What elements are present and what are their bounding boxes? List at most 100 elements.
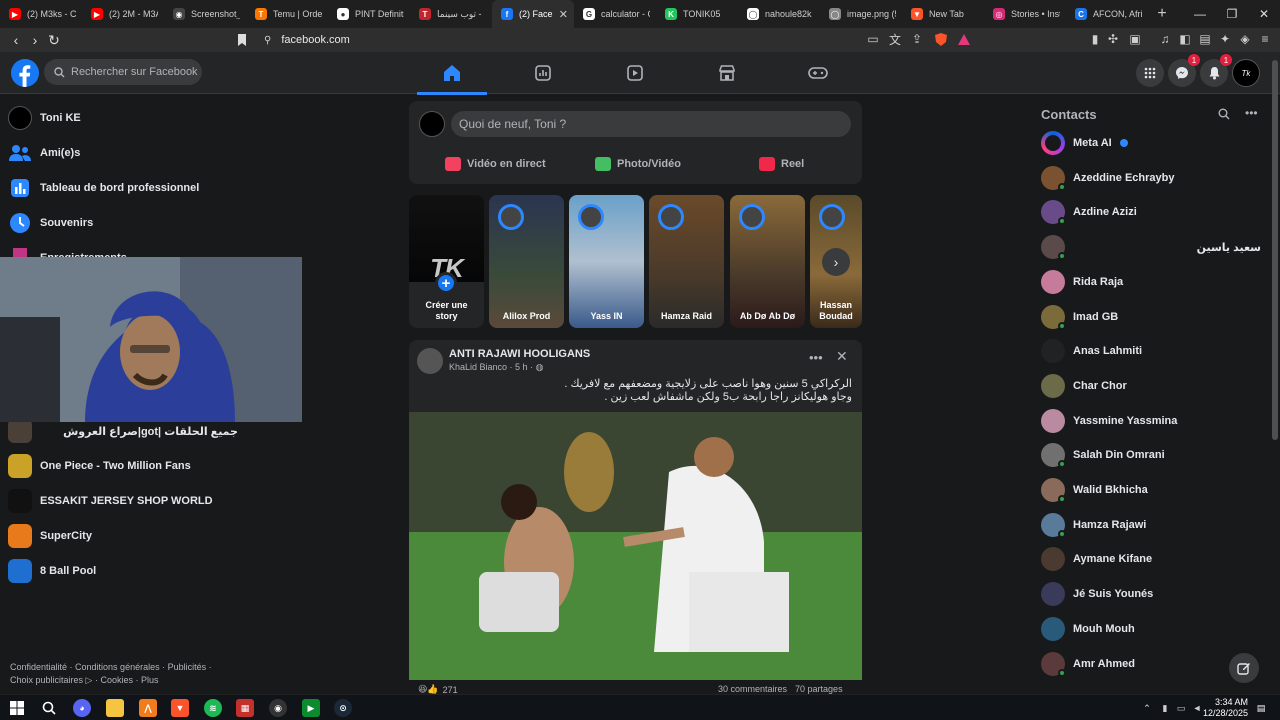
comments-count[interactable]: 30 commentaires	[718, 684, 787, 694]
back-button[interactable]: ‹	[8, 32, 24, 48]
browser-tab[interactable]: ▼ New Tab	[902, 0, 984, 28]
footer-line-1[interactable]: Confidentialité · Conditions générales ·…	[10, 661, 250, 674]
app-icon-2[interactable]: ▦	[236, 699, 254, 717]
windows-start-icon[interactable]	[8, 699, 26, 717]
taskbar-clock[interactable]: 3:34 AM 12/28/2025	[1198, 697, 1248, 719]
split-view-icon[interactable]: ◧	[1178, 32, 1192, 46]
browser-tab[interactable]: ● PINT Definitio	[328, 0, 410, 28]
notification-center-icon[interactable]: ▤	[1252, 699, 1270, 717]
close-icon[interactable]: ✕	[836, 348, 848, 365]
brave-shields-icon[interactable]	[934, 32, 948, 46]
browser-tab[interactable]: T Temu | Orders	[246, 0, 328, 28]
discord-icon[interactable]: ◕	[73, 699, 91, 717]
contact-item[interactable]: Aymane Kifane	[1041, 544, 1261, 574]
nav-dashboard-tab[interactable]	[508, 57, 578, 89]
search-taskbar-icon[interactable]	[40, 699, 58, 717]
new-tab-button[interactable]: +	[1148, 0, 1176, 28]
leo-ai-icon[interactable]: ✦	[1218, 32, 1232, 46]
cast-icon[interactable]: ▭	[866, 32, 880, 46]
browser-tab[interactable]: ◉ Screenshot_2	[164, 0, 246, 28]
nav-home-tab[interactable]	[417, 57, 487, 95]
contact-item[interactable]: Yassmine Yassmina	[1041, 406, 1261, 436]
contact-item[interactable]: Mouh Mouh	[1041, 614, 1261, 644]
browser-tab[interactable]: C AFCON, Africa	[1066, 0, 1148, 28]
browser-tab[interactable]: f (2) Faceb ✕	[492, 0, 574, 28]
browser-tab[interactable]: T توب سينما -	[410, 0, 492, 28]
minimize-button[interactable]: —	[1184, 0, 1216, 28]
post-author[interactable]: KhaLid Bianco · 5 h ·	[449, 362, 533, 372]
contact-item[interactable]: Salah Din Omrani	[1041, 440, 1261, 470]
shortcut-item[interactable]: 8 Ball Pool	[8, 555, 268, 587]
contact-item[interactable]: Meta AI	[1041, 128, 1261, 158]
footer-line-2[interactable]: Choix publicitaires ▷ · Cookies · Plus	[10, 674, 250, 687]
tray-chevron-icon[interactable]: ⌃	[1138, 699, 1156, 717]
extension-icon[interactable]: ▮	[1088, 32, 1102, 46]
nav-video-tab[interactable]	[600, 57, 670, 89]
browser-tab[interactable]: K TONIK05	[656, 0, 738, 28]
story-card[interactable]: Yass IN	[569, 195, 644, 328]
contact-item[interactable]: Amr Ahmed	[1041, 649, 1261, 679]
sidebar-item-friends[interactable]: Ami(e)s	[8, 137, 268, 169]
shortcut-item[interactable]: One Piece - Two Million Fans	[8, 450, 268, 482]
reel-button[interactable]: Reel	[759, 153, 804, 175]
restore-button[interactable]: ❐	[1216, 0, 1248, 28]
share-icon[interactable]: ⇪	[910, 32, 924, 46]
contact-item[interactable]: Rida Raja	[1041, 267, 1261, 297]
contact-item[interactable]: Jé Suis Younés	[1041, 579, 1261, 609]
create-story-card[interactable]: TK + Créer une story	[409, 195, 484, 328]
menu-icon[interactable]: ≡	[1258, 32, 1272, 46]
extensions-icon[interactable]: ✣	[1106, 32, 1120, 46]
browser-tab[interactable]: ▶ (2) 2M - M3A	[82, 0, 164, 28]
app-icon-3[interactable]: ▶	[302, 699, 320, 717]
forward-button[interactable]: ›	[27, 32, 43, 48]
contact-item[interactable]: Azdine Azizi	[1041, 197, 1261, 227]
contact-item[interactable]: سعيد ياسين	[1041, 232, 1261, 262]
browser-tab[interactable]: ▶ (2) M3ks - CA	[0, 0, 82, 28]
obs-icon[interactable]: ◉	[269, 699, 287, 717]
reload-button[interactable]: ↻	[46, 32, 62, 48]
sidebar-icon[interactable]: ▣	[1128, 32, 1142, 46]
shortcut-item[interactable]: SuperCity	[8, 520, 268, 552]
nav-marketplace-tab[interactable]	[692, 57, 762, 89]
contacts-search-icon[interactable]	[1218, 108, 1232, 122]
contact-item[interactable]: Imad GB	[1041, 302, 1261, 332]
nav-gaming-tab[interactable]	[783, 57, 853, 89]
brave-rewards-icon[interactable]	[957, 32, 971, 46]
story-card[interactable]: Ab Dø Ab Dø	[730, 195, 805, 328]
browser-tab[interactable]: ◯ image.png (5	[820, 0, 902, 28]
tab-close-icon[interactable]: ✕	[559, 8, 568, 21]
notifications-button[interactable]: 1	[1200, 54, 1232, 87]
facebook-search-input[interactable]: Rechercher sur Facebook	[44, 59, 202, 85]
bookmark-icon[interactable]	[234, 32, 250, 48]
translate-icon[interactable]: 文	[888, 32, 902, 47]
stories-next-button[interactable]: ›	[822, 248, 850, 276]
contact-item[interactable]: Anas Lahmiti	[1041, 336, 1261, 366]
story-card[interactable]: Hamza Raid	[649, 195, 724, 328]
page-avatar[interactable]	[417, 348, 443, 374]
sidebar-item-memories[interactable]: Souvenirs	[8, 207, 268, 239]
browser-tab[interactable]: ◯ nahoule82k -	[738, 0, 820, 28]
close-window-button[interactable]: ✕	[1248, 0, 1280, 28]
menu-grid-button[interactable]	[1136, 59, 1164, 87]
brave-browser-icon[interactable]: ▼	[171, 699, 189, 717]
post-page-name[interactable]: ANTI RAJAWI HOOLIGANS	[449, 348, 590, 360]
sidebar-item-profile[interactable]: Toni KE	[8, 102, 268, 134]
new-message-button[interactable]	[1229, 653, 1259, 683]
site-info-icon[interactable]: ⚲	[264, 35, 271, 46]
more-options-icon[interactable]: •••	[809, 350, 823, 365]
file-explorer-icon[interactable]	[106, 699, 124, 717]
contacts-more-icon[interactable]: •••	[1245, 106, 1258, 120]
app-icon[interactable]: ⋀	[139, 699, 157, 717]
live-video-button[interactable]: Vidéo en direct	[445, 153, 546, 175]
messenger-button[interactable]: 1	[1168, 54, 1200, 87]
page-scrollbar[interactable]	[1272, 60, 1278, 440]
contact-item[interactable]: Azeddine Echrayby	[1041, 163, 1261, 193]
wallet-icon[interactable]: ▤	[1198, 32, 1212, 46]
contact-item[interactable]: Walid Bkhicha	[1041, 475, 1261, 505]
sidebar-item-dashboard[interactable]: Tableau de bord professionnel	[8, 172, 268, 204]
facebook-logo-icon[interactable]	[11, 59, 39, 87]
media-icon[interactable]: ♫	[1158, 32, 1172, 46]
steam-icon[interactable]: ⊙	[334, 699, 352, 717]
story-card[interactable]: Alilox Prod	[489, 195, 564, 328]
shortcut-item[interactable]: ESSAKIT JERSEY SHOP WORLD	[8, 485, 268, 517]
